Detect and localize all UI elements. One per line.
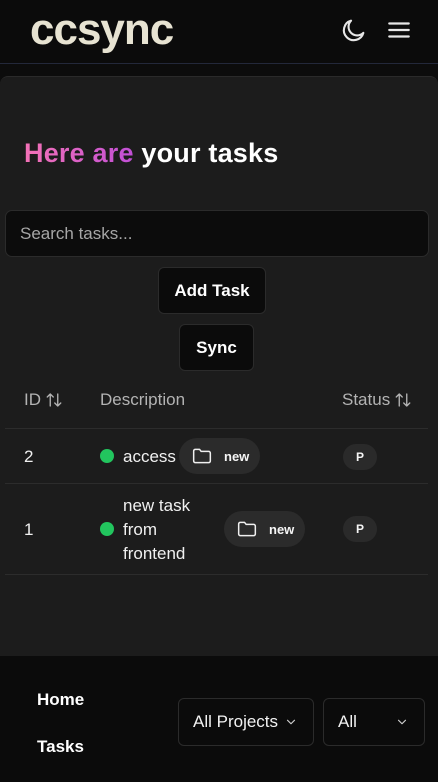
project-label: new [269, 521, 295, 537]
title-rest: your tasks [141, 138, 279, 168]
theme-toggle-button[interactable] [340, 16, 368, 44]
sync-button[interactable]: Sync [179, 324, 254, 371]
page-title: Here are your tasks [24, 138, 278, 169]
folder-icon [237, 521, 257, 537]
task-description: new task from frontend [123, 494, 219, 566]
chevron-down-icon [397, 719, 407, 725]
description-line: new task [123, 496, 191, 515]
column-header-status-label: Status [342, 390, 391, 409]
description-line: frontend [123, 544, 186, 563]
column-header-description-label: Description [100, 390, 186, 409]
project-label: new [224, 448, 250, 464]
folder-icon [192, 448, 212, 464]
top-navbar: ccsync [0, 0, 438, 64]
add-task-button[interactable]: Add Task [158, 267, 266, 314]
status-filter-select[interactable]: All [323, 698, 425, 746]
task-id: 1 [24, 520, 34, 539]
footer-link-tasks[interactable]: Tasks [37, 737, 84, 757]
project-tag[interactable]: new [224, 511, 305, 547]
column-header-id-label: ID [24, 390, 41, 409]
hamburger-menu-icon [388, 22, 410, 38]
status-dot [100, 522, 114, 536]
task-id: 2 [24, 447, 34, 466]
project-filter-value: All Projects [193, 712, 279, 731]
status-badge: P [343, 444, 377, 470]
search-input[interactable] [5, 210, 429, 257]
divider [5, 574, 428, 575]
chevron-down-icon [286, 719, 296, 725]
task-description: access [123, 447, 176, 466]
status-filter-value: All [338, 712, 357, 731]
logo-text: ccsync [30, 8, 174, 54]
title-highlight: Here are [24, 138, 134, 168]
description-line: from [123, 520, 157, 539]
divider [5, 428, 428, 429]
project-filter-select[interactable]: All Projects [178, 698, 314, 746]
status-badge: P [343, 516, 377, 542]
column-header-description: Description [100, 390, 185, 410]
status-dot [100, 449, 114, 463]
ccsync-logo[interactable]: ccsync [30, 8, 240, 58]
sort-icon [395, 393, 411, 407]
column-header-id[interactable]: ID [24, 390, 63, 410]
project-tag[interactable]: new [179, 438, 260, 474]
divider [5, 483, 428, 484]
menu-button[interactable] [386, 17, 412, 43]
moon-icon [342, 19, 365, 42]
footer-link-home[interactable]: Home [37, 690, 84, 710]
column-header-status[interactable]: Status [342, 390, 412, 410]
sort-icon [46, 393, 62, 407]
